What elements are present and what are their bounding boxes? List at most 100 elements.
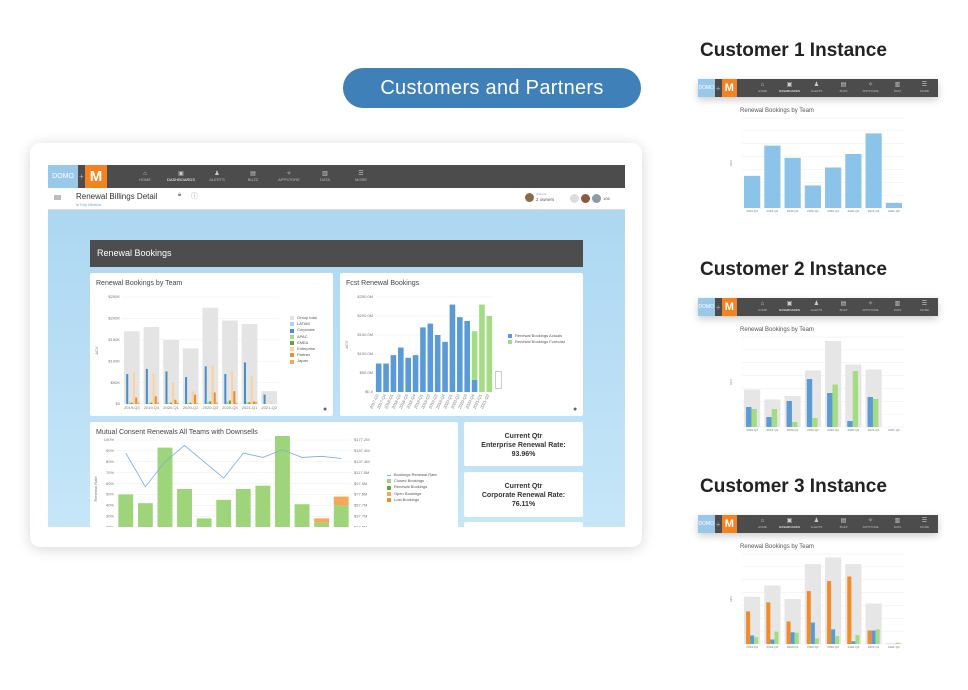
- bar: [216, 499, 232, 527]
- avatar[interactable]: [570, 194, 579, 203]
- nav-more[interactable]: ☰ MORE: [911, 518, 938, 530]
- x-tick-label: 2020-Q4: [222, 405, 238, 410]
- nav-label: BUZZ: [247, 176, 259, 182]
- nav-data[interactable]: ▥ DATA: [884, 301, 911, 313]
- chart-title: Renewal Bookings by Team: [740, 544, 814, 550]
- bar: [855, 635, 860, 644]
- nav-dashboards[interactable]: ▣ DASHBOARDS: [163, 171, 199, 183]
- bar: [832, 384, 838, 427]
- x-tick-label: 2020-Q1: [163, 405, 179, 410]
- brand-logo: M: [85, 165, 107, 188]
- bar: [209, 401, 212, 404]
- nav-dashboards[interactable]: ▣ DASHBOARDS: [776, 518, 803, 530]
- y2-tick-label: $57.7M: [354, 503, 367, 508]
- bar: [812, 418, 818, 427]
- bar: [754, 637, 759, 644]
- bar: [827, 581, 832, 644]
- nav-buzz[interactable]: ▤ BUZZ: [830, 518, 857, 530]
- nav-more[interactable]: ☰ MORE: [911, 82, 938, 94]
- nav-more[interactable]: ☰ MORE: [911, 301, 938, 313]
- user-icon[interactable]: ●: [323, 406, 327, 413]
- nav-buzz[interactable]: ▤ BUZZ: [830, 301, 857, 313]
- bar: [449, 304, 456, 392]
- avatar[interactable]: [592, 194, 601, 203]
- breadcrumb[interactable]: in Key Metrics: [76, 202, 101, 207]
- bar: [255, 485, 271, 527]
- bar: [766, 602, 771, 644]
- bar: [786, 621, 791, 644]
- plus-sign: +: [715, 302, 721, 312]
- legend-item[interactable]: Lost Bookings: [387, 497, 437, 503]
- nav-alerts[interactable]: ♟ ALERTS: [803, 82, 830, 94]
- menu-icon[interactable]: [54, 195, 61, 200]
- legend-item[interactable]: Japan: [290, 358, 317, 364]
- legend-item[interactable]: Renewal Bookings Forecast: [508, 339, 565, 345]
- nav-buzz[interactable]: ▤ BUZZ: [235, 171, 271, 183]
- x-tick-label: 2019-Q3: [124, 405, 140, 410]
- nav-data[interactable]: ▥ DATA: [884, 82, 911, 94]
- bar: [895, 642, 900, 644]
- nav-appstore[interactable]: ✧ APPSTORE: [857, 518, 884, 530]
- y-tick-label: $200K: [108, 316, 120, 321]
- bar: [744, 175, 761, 208]
- nav-data[interactable]: ▥ DATA: [307, 171, 343, 183]
- kpi-value: 93.96%: [511, 451, 536, 458]
- bar: [118, 494, 134, 527]
- nav-label: ALERTS: [209, 176, 225, 182]
- kpi-card-corporate: Current Qtr Corporate Renewal Rate: 76.11%: [464, 472, 583, 517]
- y2-tick-label: $97.5M: [354, 481, 367, 486]
- more-icon: ☰: [921, 82, 928, 88]
- nav-home[interactable]: ⌂ HOME: [749, 82, 776, 94]
- kpi-label: Enterprise Renewal Rate:: [481, 442, 566, 449]
- nav-data[interactable]: ▥ DATA: [884, 518, 911, 530]
- bar: [845, 154, 862, 208]
- y-axis-label: ACV: [729, 160, 733, 166]
- nav-label: HOME: [139, 176, 151, 182]
- nav-dashboards[interactable]: ▣ DASHBOARDS: [776, 301, 803, 313]
- x-tick-label: 2021-Q2: [888, 209, 900, 213]
- nav-alerts[interactable]: ♟ ALERTS: [199, 171, 235, 183]
- nav-alerts[interactable]: ♟ ALERTS: [803, 301, 830, 313]
- y-tick-label: 50%: [106, 492, 114, 497]
- nav-home[interactable]: ⌂ HOME: [749, 518, 776, 530]
- lock-icon[interactable]: 🔒︎: [178, 192, 181, 199]
- scroll-control[interactable]: [495, 371, 502, 389]
- info-icon[interactable]: ⓘ: [191, 191, 198, 201]
- bar: [746, 611, 751, 644]
- nav-label: APPSTORE: [862, 308, 879, 312]
- user-icon[interactable]: ●: [573, 406, 577, 413]
- x-tick-label: 2020-Q2: [183, 405, 199, 410]
- bar: [191, 391, 194, 404]
- avatar[interactable]: [581, 194, 590, 203]
- share-count[interactable]: 106: [603, 196, 610, 201]
- bar: [246, 402, 249, 404]
- nav-label: DATA: [893, 308, 902, 312]
- y-tick-label: 30%: [106, 513, 114, 518]
- bar: [774, 631, 779, 644]
- home-icon: ⌂: [760, 518, 765, 524]
- bar: [867, 397, 873, 427]
- instance-chart: ACV 2019-Q3 2019-Q4 2020-Q1 2020-Q2 2020-Q3 20…: [729, 117, 904, 213]
- nav-home[interactable]: ⌂ HOME: [749, 301, 776, 313]
- bar: [148, 402, 151, 404]
- nav-home[interactable]: ⌂ HOME: [127, 171, 163, 183]
- renewal-by-team-card: Renewal Bookings by Team $0 $50K $100K $150…: [90, 273, 333, 416]
- bar: [810, 622, 815, 644]
- bar: [806, 591, 811, 644]
- nav-dashboards[interactable]: ▣ DASHBOARDS: [776, 82, 803, 94]
- nav-appstore[interactable]: ✧ APPSTORE: [271, 171, 307, 183]
- bar: [794, 632, 799, 644]
- nav-appstore[interactable]: ✧ APPSTORE: [857, 301, 884, 313]
- nav-label: MORE: [919, 308, 929, 312]
- nav-more[interactable]: ☰ MORE: [343, 171, 379, 183]
- nav-appstore[interactable]: ✧ APPSTORE: [857, 82, 884, 94]
- data-icon: ▥: [894, 82, 901, 88]
- nav-buzz[interactable]: ▤ BUZZ: [830, 82, 857, 94]
- owners-count[interactable]: 2 owners: [536, 197, 554, 202]
- bar: [167, 402, 170, 404]
- home-icon: ⌂: [760, 301, 765, 307]
- bar: [235, 489, 251, 527]
- bar: [248, 402, 251, 404]
- bar: [177, 489, 192, 527]
- nav-alerts[interactable]: ♟ ALERTS: [803, 518, 830, 530]
